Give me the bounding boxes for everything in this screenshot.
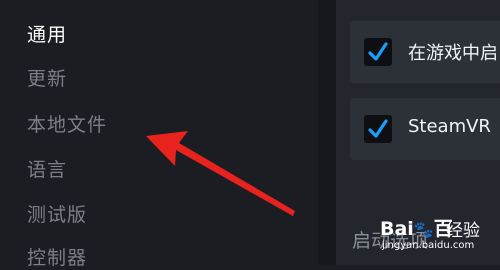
baidu-logo: Bai🐾百 <box>380 218 453 240</box>
baidu-jingyan-text: 经验 <box>446 221 480 241</box>
baidu-watermark: Bai🐾百 经验 jingyan.baidu.com <box>380 210 496 260</box>
baidu-jingyan-url: jingyan.baidu.com <box>382 240 475 251</box>
paw-icon: 🐾 <box>413 220 434 239</box>
